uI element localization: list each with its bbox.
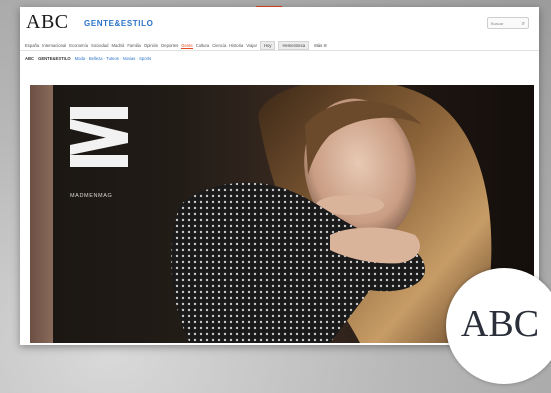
search-icon[interactable]: ⌕ xyxy=(522,18,525,30)
nav-item-internacional[interactable]: Internacional xyxy=(42,43,66,48)
more-label: Más xyxy=(314,43,323,48)
nav-item-viajar[interactable]: Viajar xyxy=(246,43,257,48)
more-menu-button[interactable]: Más ☰ xyxy=(314,43,327,48)
breadcrumb-section[interactable]: GENTE&ESTILO xyxy=(38,56,71,61)
breadcrumb-subsections[interactable]: Moda · Belleza · Tuteos · Novias · Sport… xyxy=(75,56,152,61)
breadcrumb: ABC GENTE&ESTILO Moda · Belleza · Tuteos… xyxy=(25,56,151,61)
nav-item-historia[interactable]: Historia xyxy=(229,43,243,48)
site-logo[interactable]: ABC xyxy=(26,11,69,34)
nav-item-economia[interactable]: Economía xyxy=(69,43,88,48)
menu-icon: ☰ xyxy=(323,43,328,48)
section-title[interactable]: GENTE&ESTILO xyxy=(84,19,153,28)
nav-item-deportes[interactable]: Deportes xyxy=(161,43,178,48)
brand-wordmark: MADMENMAG xyxy=(70,193,113,199)
abc-logo-badge: ABC xyxy=(446,268,551,384)
nav-item-sociedad[interactable]: Sociedad xyxy=(91,43,108,48)
search-placeholder: Buscar xyxy=(491,21,504,26)
breadcrumb-abc[interactable]: ABC xyxy=(25,56,34,61)
nav-item-cultura[interactable]: Cultura xyxy=(196,43,210,48)
main-navigation: España Internacional Economía Sociedad M… xyxy=(20,41,539,51)
nav-item-familia[interactable]: Familia xyxy=(127,43,141,48)
hoy-button[interactable]: Hoy xyxy=(260,41,276,50)
nav-item-gente[interactable]: Gente xyxy=(181,43,193,49)
site-header: ABC GENTE&ESTILO Buscar ⌕ xyxy=(20,7,539,39)
hemeroteca-button[interactable]: Hemeroteca xyxy=(278,41,310,50)
nav-item-ciencia[interactable]: Ciencia xyxy=(212,43,226,48)
badge-text: ABC xyxy=(460,303,540,345)
brand-logo-m xyxy=(70,107,128,167)
nav-item-madrid[interactable]: Madrid xyxy=(112,43,125,48)
nav-item-opinion[interactable]: Opinión xyxy=(144,43,158,48)
search-input[interactable]: Buscar ⌕ xyxy=(487,17,529,29)
nav-item-espana[interactable]: España xyxy=(25,43,39,48)
